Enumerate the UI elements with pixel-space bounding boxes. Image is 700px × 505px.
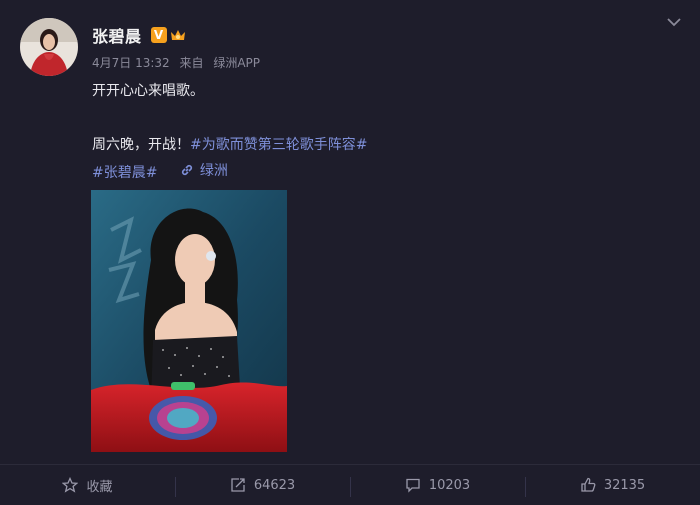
verified-icon: V bbox=[150, 27, 167, 43]
post-text-line2: 周六晚，开战！#为歌而赞第三轮歌手阵容# bbox=[92, 134, 367, 154]
post-source[interactable]: 绿洲APP bbox=[213, 56, 260, 70]
post-image[interactable] bbox=[91, 190, 287, 452]
favorite-label: 收藏 bbox=[86, 479, 113, 495]
link-icon bbox=[181, 164, 192, 176]
repost-button[interactable]: 64623 bbox=[175, 465, 350, 505]
favorite-button[interactable]: 收藏 bbox=[0, 465, 175, 505]
repost-icon bbox=[231, 478, 245, 492]
author-row: 张碧晨 V bbox=[92, 24, 187, 46]
repost-count: 64623 bbox=[253, 477, 296, 493]
comment-count: 10203 bbox=[428, 477, 471, 493]
action-bar: 收藏 64623 10203 32135 bbox=[0, 464, 700, 505]
chevron-down-icon[interactable] bbox=[666, 16, 682, 28]
source-prefix: 来自 bbox=[179, 56, 204, 70]
comment-button[interactable]: 10203 bbox=[350, 465, 525, 505]
author-name[interactable]: 张碧晨 bbox=[92, 23, 142, 47]
link-label: 绿洲 bbox=[199, 163, 228, 179]
oasis-link[interactable]: 绿洲 bbox=[180, 160, 228, 180]
post-date[interactable]: 4月7日 13:32 bbox=[92, 56, 170, 70]
comment-icon bbox=[406, 478, 420, 493]
topic-tag[interactable]: #为歌而赞第三轮歌手阵容# bbox=[190, 137, 367, 153]
like-button[interactable]: 32135 bbox=[525, 465, 700, 505]
like-icon bbox=[581, 477, 596, 492]
post-text: 开开心心来唱歌。 bbox=[92, 83, 204, 99]
author-tag[interactable]: #张碧晨# bbox=[92, 165, 157, 181]
crown-icon bbox=[170, 30, 185, 40]
post-text-line3: #张碧晨# 绿洲 bbox=[92, 160, 228, 182]
star-icon bbox=[62, 477, 79, 493]
weibo-post: 张碧晨 V 4月7日 13:32 来自 绿洲APP 开开心心来唱歌。 周六晚，开… bbox=[0, 0, 700, 504]
post-meta: 4月7日 13:32 来自 绿洲APP bbox=[92, 54, 260, 71]
like-count: 32135 bbox=[603, 477, 646, 493]
avatar[interactable] bbox=[20, 18, 78, 76]
post-text-plain: 周六晚，开战！ bbox=[92, 137, 190, 153]
